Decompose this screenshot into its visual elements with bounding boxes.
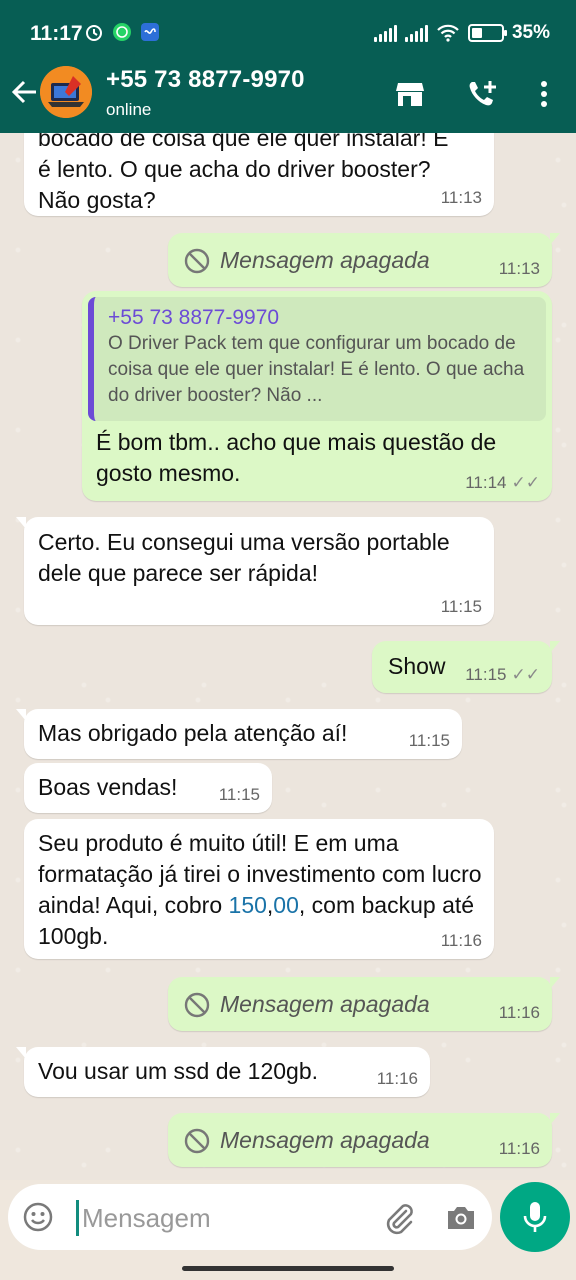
voice-record-button[interactable] [500,1182,570,1252]
more-vert-icon[interactable] [526,76,562,112]
blocked-icon [184,992,210,1017]
message-incoming[interactable]: bocado de coisa que ele quer instalar! E… [24,133,494,216]
alarm-icon [86,25,102,41]
quoted-message[interactable]: +55 73 8877-9970 O Driver Pack tem que c… [88,297,546,421]
contact-status: online [106,100,152,119]
message-text: É bom tbm.. acho que mais questão de gos… [96,429,497,486]
input-bar: Mensagem [0,1180,576,1280]
text-caret [76,1200,79,1236]
message-time: 11:15 [409,731,450,751]
wifi-icon [437,24,459,42]
message-text: Mas obrigado pela atenção aí! [38,720,348,746]
message-time-text: 11:14 [465,473,507,492]
blocked-icon [184,1128,210,1153]
avatar[interactable] [40,66,92,118]
status-bar: 11:17 35% [0,0,576,64]
deleted-row: Mensagem apagada [184,245,430,276]
read-receipt-icon: ✓✓ [511,665,541,684]
message-time-text: 11:15 [465,665,507,684]
notification-icons [84,22,160,42]
battery-icon [467,24,507,42]
message-text: bocado de coisa que ele quer instalar! E… [38,133,449,213]
quoted-text: O Driver Pack tem que configurar um boca… [108,333,525,406]
message-time: 11:16 [377,1069,418,1089]
message-outgoing-reply[interactable]: +55 73 8877-9970 O Driver Pack tem que c… [82,291,552,501]
message-composer[interactable]: Mensagem [8,1184,492,1250]
camera-icon[interactable] [444,1201,478,1235]
store-icon[interactable] [392,76,428,112]
status-right: 35% [373,22,550,44]
number-link[interactable]: 150 [229,892,267,918]
message-outgoing-deleted[interactable]: Mensagem apagada 11:16 [168,1113,560,1167]
message-time-text: 11:16 [498,1003,540,1022]
message-outgoing[interactable]: Show 11:15 ✓✓ [372,641,560,693]
message-time-text: 11:13 [440,188,482,207]
mic-icon [523,1202,547,1232]
number-link[interactable]: 00 [273,892,299,918]
message-time: 11:15 [441,597,482,617]
avatar-image [40,66,92,118]
deleted-text: Mensagem apagada [220,247,430,273]
message-incoming[interactable]: Seu produto é muito útil! E em uma forma… [24,819,494,959]
message-time: 11:16 [441,931,482,951]
read-receipt-icon: ✓✓ [511,473,541,492]
chat-header: +55 73 8877-9970 online [0,64,576,133]
message-text: Certo. Eu consegui uma versão portable d… [38,529,450,586]
message-text: Seu produto é muito útil! E em uma forma… [38,828,484,952]
contact-name[interactable]: +55 73 8877-9970 [106,66,305,94]
message-input[interactable]: Mensagem [82,1203,211,1234]
whatsapp-notification-icon [113,23,131,41]
message-time-text: 11:16 [498,1139,540,1158]
message-time: 11:15 ✓✓ [465,665,540,685]
signal-2-icon [404,24,428,42]
message-incoming[interactable]: Certo. Eu consegui uma versão portable d… [16,517,494,625]
message-time: 11:14 ✓✓ [465,473,540,493]
message-time-text: 11:16 [440,931,482,950]
message-text: Vou usar um ssd de 120gb. [38,1058,319,1084]
quoted-author: +55 73 8877-9970 [108,306,280,329]
back-arrow-icon[interactable] [10,78,38,106]
deleted-text: Mensagem apagada [220,991,430,1017]
message-time-text: 11:15 [440,597,482,616]
emoji-icon[interactable] [22,1201,54,1233]
message-time: 11:15 [219,785,260,805]
message-time-text: 11:13 [498,259,540,278]
deleted-row: Mensagem apagada [184,989,430,1020]
message-time: 11:13 [499,259,540,279]
attach-icon[interactable] [382,1201,416,1235]
message-incoming[interactable]: Vou usar um ssd de 120gb. 11:16 [16,1047,430,1097]
message-time-text: 11:15 [218,785,260,804]
battery-percent: 35% [511,22,550,43]
add-call-icon[interactable] [464,76,500,112]
status-time: 11:17 [30,22,83,45]
message-time: 11:16 [499,1003,540,1023]
top-bar: 11:17 35% +55 73 8877-9970 online [0,0,576,133]
message-time-text: 11:16 [376,1069,418,1088]
navigation-gesture-bar[interactable] [182,1266,394,1271]
message-list[interactable]: bocado de coisa que ele quer instalar! E… [0,133,576,1180]
message-outgoing-deleted[interactable]: Mensagem apagada 11:13 [168,233,560,287]
message-time: 11:16 [499,1139,540,1159]
message-incoming[interactable]: Boas vendas! 11:15 [24,763,272,813]
blocked-icon [184,248,210,273]
message-outgoing-deleted[interactable]: Mensagem apagada 11:16 [168,977,560,1031]
message-time: 11:13 [441,188,482,208]
link-app-icon [141,23,159,41]
message-text: Boas vendas! [38,774,178,800]
deleted-text: Mensagem apagada [220,1127,430,1153]
message-text: Show [388,653,446,679]
signal-icon [373,24,397,42]
message-incoming[interactable]: Mas obrigado pela atenção aí! 11:15 [16,709,462,759]
message-time-text: 11:15 [408,731,450,750]
deleted-row: Mensagem apagada [184,1125,430,1156]
